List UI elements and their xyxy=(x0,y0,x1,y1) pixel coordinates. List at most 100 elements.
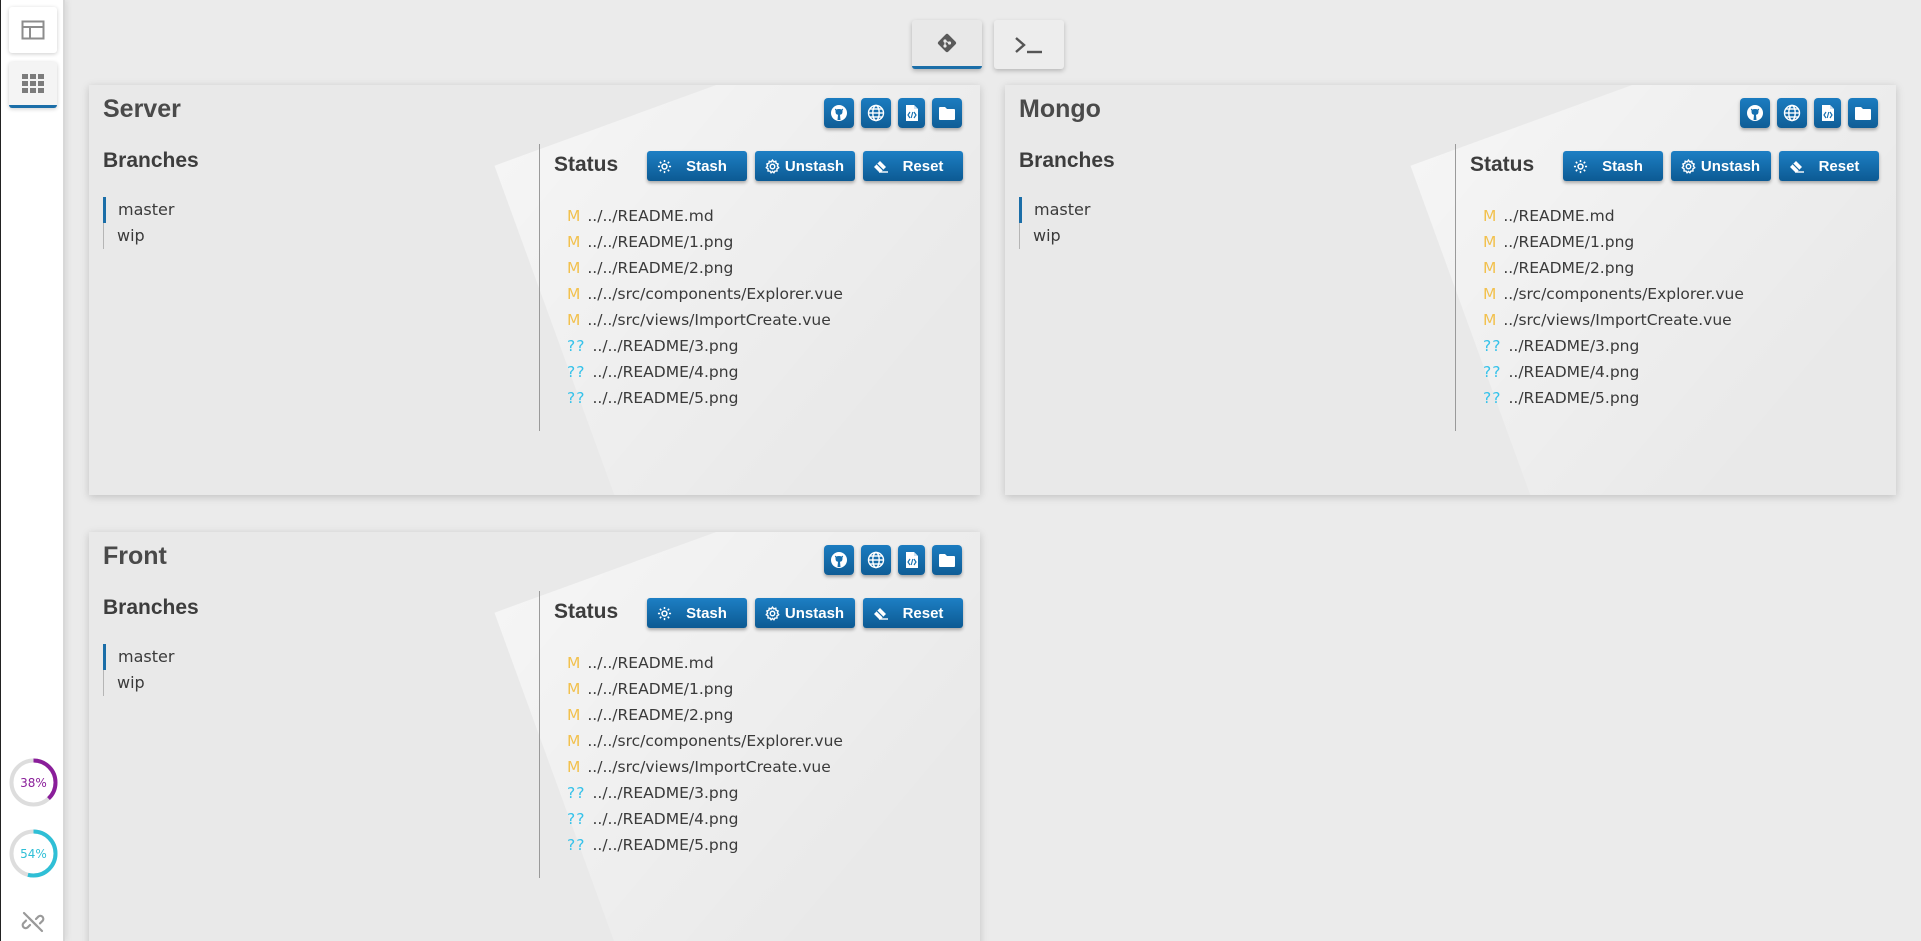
gear-icon xyxy=(1573,159,1588,173)
status-file-row[interactable]: ?? ../../README/4.png xyxy=(567,806,843,832)
status-file-row[interactable]: M ../README/1.png xyxy=(1483,229,1744,255)
modified-badge: M xyxy=(1483,207,1497,225)
open-in-editor-button[interactable] xyxy=(1814,98,1841,128)
open-in-editor-button[interactable] xyxy=(898,98,925,128)
untracked-badge: ?? xyxy=(1483,389,1502,407)
branch-item[interactable]: wip xyxy=(103,223,174,249)
panel-icon-toolbar xyxy=(1740,98,1878,128)
file-path: ../../README/4.png xyxy=(592,363,739,381)
status-file-list: M ../../README.md M ../../README/1.png M ../.… xyxy=(567,650,843,858)
reset-button[interactable]: Reset xyxy=(863,598,963,628)
globe-icon xyxy=(1783,104,1801,122)
file-path: ../../src/components/Explorer.vue xyxy=(587,732,843,750)
status-file-row[interactable]: M ../../README/1.png xyxy=(567,229,843,255)
status-file-row[interactable]: M ../../README/2.png xyxy=(567,255,843,281)
status-file-row[interactable]: ?? ../README/5.png xyxy=(1483,385,1744,411)
open-in-editor-button[interactable] xyxy=(898,545,925,575)
panel-divider xyxy=(539,144,540,431)
branch-item[interactable]: wip xyxy=(1019,223,1090,249)
file-path: ../../README/2.png xyxy=(587,706,734,724)
status-file-row[interactable]: M ../../src/components/Explorer.vue xyxy=(567,728,843,754)
file-path: ../../README/4.png xyxy=(592,810,739,828)
sidebar-layout-button[interactable] xyxy=(9,7,57,53)
file-path: ../../README/1.png xyxy=(587,233,734,251)
modified-badge: M xyxy=(1483,259,1497,277)
eraser-icon xyxy=(874,161,888,173)
status-file-row[interactable]: M ../../src/components/Explorer.vue xyxy=(567,281,843,307)
status-file-row[interactable]: M ../README/2.png xyxy=(1483,255,1744,281)
status-file-row[interactable]: ?? ../../README/3.png xyxy=(567,780,843,806)
modified-badge: M xyxy=(567,732,581,750)
unlink-icon[interactable] xyxy=(21,910,45,934)
code-file-icon xyxy=(1821,105,1834,121)
stash-button[interactable]: Stash xyxy=(647,151,747,181)
settings-icon xyxy=(1681,158,1696,174)
file-path: ../../README.md xyxy=(587,654,714,672)
status-heading: Status xyxy=(554,600,619,623)
status-file-row[interactable]: ?? ../../README/5.png xyxy=(567,832,843,858)
github-button[interactable] xyxy=(824,545,854,575)
reset-button[interactable]: Reset xyxy=(863,151,963,181)
open-url-button[interactable] xyxy=(861,98,891,128)
status-file-row[interactable]: ?? ../../README/3.png xyxy=(567,333,843,359)
status-file-row[interactable]: M ../../src/views/ImportCreate.vue xyxy=(567,754,843,780)
modified-badge: M xyxy=(567,311,581,329)
layout-icon xyxy=(21,20,45,40)
status-file-row[interactable]: M ../README.md xyxy=(1483,203,1744,229)
code-file-icon xyxy=(905,105,918,121)
branch-item[interactable]: master xyxy=(1019,197,1090,223)
github-icon xyxy=(831,105,847,121)
tab-terminal[interactable] xyxy=(994,20,1064,69)
stash-button[interactable]: Stash xyxy=(647,598,747,628)
open-folder-button[interactable] xyxy=(932,545,962,575)
modified-badge: M xyxy=(567,207,581,225)
file-path: ../../README/2.png xyxy=(587,259,734,277)
status-file-row[interactable]: ?? ../../README/5.png xyxy=(567,385,843,411)
branches-heading: Branches xyxy=(1019,149,1115,172)
open-url-button[interactable] xyxy=(861,545,891,575)
github-icon xyxy=(831,552,847,568)
branch-item[interactable]: master xyxy=(103,644,174,670)
file-path: ../README.md xyxy=(1503,207,1615,225)
status-file-row[interactable]: M ../../README.md xyxy=(567,203,843,229)
status-heading: Status xyxy=(554,153,619,176)
eraser-icon xyxy=(1790,161,1804,173)
cpu-gauge: 38% xyxy=(9,758,58,807)
reset-button[interactable]: Reset xyxy=(1779,151,1879,181)
stash-button[interactable]: Stash xyxy=(1563,151,1663,181)
open-url-button[interactable] xyxy=(1777,98,1807,128)
file-path: ../src/components/Explorer.vue xyxy=(1503,285,1744,303)
branch-item[interactable]: wip xyxy=(103,670,174,696)
status-file-row[interactable]: ?? ../README/4.png xyxy=(1483,359,1744,385)
github-button[interactable] xyxy=(824,98,854,128)
folder-icon xyxy=(939,554,955,567)
status-file-row[interactable]: M ../src/views/ImportCreate.vue xyxy=(1483,307,1744,333)
status-file-row[interactable]: M ../../README/1.png xyxy=(567,676,843,702)
status-file-row[interactable]: ?? ../README/3.png xyxy=(1483,333,1744,359)
unstash-button[interactable]: Unstash xyxy=(755,151,855,181)
repo-panel-front: Front Branches master wip Status Stash U… xyxy=(89,532,980,941)
file-path: ../../README.md xyxy=(587,207,714,225)
unstash-button[interactable]: Unstash xyxy=(755,598,855,628)
status-file-row[interactable]: M ../../README.md xyxy=(567,650,843,676)
branch-item[interactable]: master xyxy=(103,197,174,223)
sidebar-grid-button[interactable] xyxy=(9,62,57,108)
settings-icon xyxy=(765,158,780,174)
globe-icon xyxy=(867,551,885,569)
panel-divider xyxy=(539,591,540,878)
grid-icon xyxy=(22,73,44,93)
file-path: ../src/views/ImportCreate.vue xyxy=(1503,311,1732,329)
file-path: ../../src/components/Explorer.vue xyxy=(587,285,843,303)
status-file-row[interactable]: M ../../README/2.png xyxy=(567,702,843,728)
open-folder-button[interactable] xyxy=(932,98,962,128)
unstash-button[interactable]: Unstash xyxy=(1671,151,1771,181)
github-button[interactable] xyxy=(1740,98,1770,128)
settings-icon xyxy=(765,605,780,621)
file-path: ../README/4.png xyxy=(1508,363,1640,381)
status-file-row[interactable]: M ../src/components/Explorer.vue xyxy=(1483,281,1744,307)
status-file-row[interactable]: ?? ../../README/4.png xyxy=(567,359,843,385)
status-file-row[interactable]: M ../../src/views/ImportCreate.vue xyxy=(567,307,843,333)
open-folder-button[interactable] xyxy=(1848,98,1878,128)
terminal-icon xyxy=(1015,36,1042,53)
tab-git[interactable] xyxy=(912,20,982,69)
